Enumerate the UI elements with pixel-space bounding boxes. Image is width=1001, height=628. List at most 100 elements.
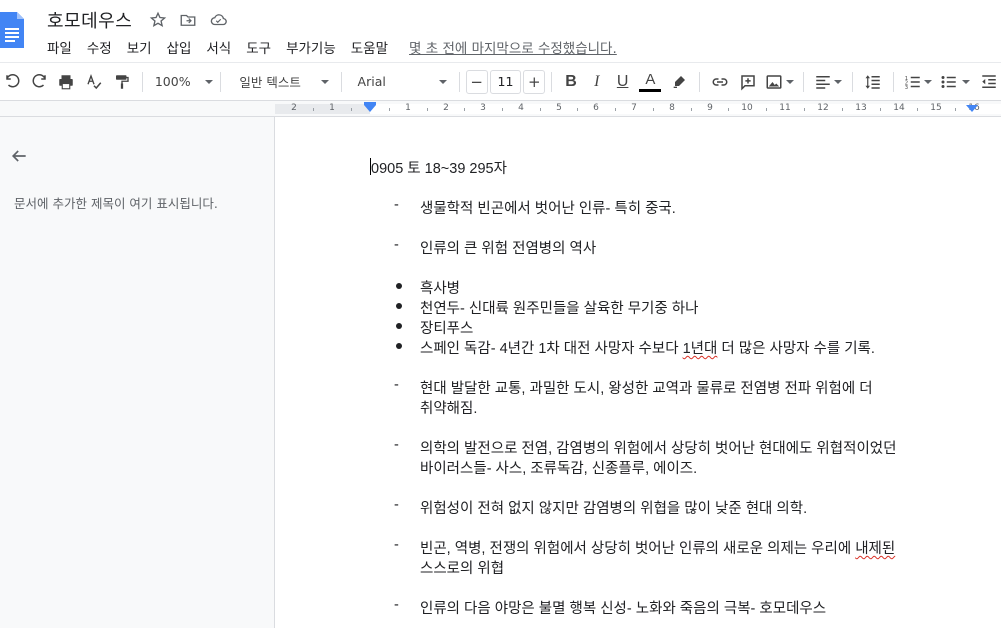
redo-icon[interactable] [25,68,53,96]
menu-addons[interactable]: 부가기능 [286,37,336,57]
list-item[interactable]: 스페인 독감- 4년간 1차 대전 사망자 수보다 1년대 더 많은 사망자 수… [420,337,875,358]
line-spacing-icon[interactable] [859,68,887,96]
ruler-label: 12 [817,103,829,113]
chevron-down-icon [834,79,843,84]
star-icon[interactable] [148,10,168,30]
list-item[interactable]: 흑사병 [420,277,460,298]
document-page[interactable]: 0905 토 18~39 295자 - 생물학적 빈곤에서 벗어난 인류- 특히… [276,117,1001,628]
ruler-label: 15 [930,103,942,113]
list-item-text: 더 많은 사망자 수를 기록. [717,341,875,357]
paint-format-icon[interactable] [108,68,136,96]
ruler-tick [389,108,390,111]
menu-help[interactable]: 도움말 [351,37,388,57]
text-color-swatch [639,88,662,92]
toolbar-divider [458,71,460,92]
doc-heading[interactable]: 0905 토 18~39 295자 [371,157,507,178]
move-folder-icon[interactable] [178,10,198,30]
insert-comment-icon[interactable] [734,68,762,96]
italic-button[interactable]: I [584,68,610,96]
zoom-value: 100% [154,74,191,89]
menu-insert[interactable]: 삽입 [167,37,192,57]
ruler-label: 2 [443,103,449,113]
list-item[interactable]: 의학의 발전으로 전염, 감염병의 위험에서 상당히 벗어난 현대에도 위협적이… [420,437,896,458]
ruler-tick [842,108,843,111]
bulleted-list-icon[interactable] [935,68,975,96]
list-item-continuation[interactable]: 취약해짐. [420,397,477,418]
ruler-label: 10 [741,103,753,113]
ruler-label: 13 [855,103,867,113]
underline-button[interactable]: U [610,68,636,96]
ruler-tick [502,108,503,111]
menu-view[interactable]: 보기 [127,37,152,57]
ruler-tick [728,108,729,111]
list-item[interactable]: 인류의 다음 야망은 불멸 행복 신성- 노화와 죽음의 극복- 호모데우스 [420,597,826,618]
ruler-label: 5 [556,103,562,113]
toolbar-divider [141,71,143,92]
increase-font-size-button[interactable]: + [523,69,546,94]
docs-logo-icon[interactable] [0,12,24,48]
align-icon[interactable] [810,68,846,96]
menu-bar: 파일 수정 보기 삽입 서식 도구 부가기능 도움말 몇 초 전에 마지막으로 … [47,37,617,57]
toolbar-divider [892,71,894,92]
spellcheck-icon[interactable] [80,68,108,96]
list-item[interactable]: 생물학적 빈곤에서 벗어난 인류- 특히 중국. [420,197,676,218]
list-item-text: 스페인 독감- 4년간 1차 대전 사망자 수보다 [420,341,683,357]
right-indent-marker[interactable] [966,105,978,112]
ruler-margin [275,104,370,114]
dash-marker: - [394,377,399,393]
undo-icon[interactable] [1,68,25,96]
highlight-icon[interactable] [665,68,693,96]
toolbar-divider [340,71,342,92]
list-item-continuation[interactable]: 바이러스들- 사스, 조류독감, 신종플루, 에이즈. [420,457,697,478]
list-item[interactable]: 빈곤, 역병, 전쟁의 위험에서 상당히 벗어난 인류의 새로운 의제는 우리에… [420,537,895,558]
decrease-indent-icon[interactable] [977,68,1001,96]
misspelled-word[interactable]: 내제된 [855,541,895,557]
last-edit-link[interactable]: 몇 초 전에 마지막으로 수정했습니다. [409,37,617,57]
paragraph-style-select[interactable]: 일반 텍스트 [239,68,334,96]
ruler-tick [955,108,956,111]
menu-edit[interactable]: 수정 [87,37,112,57]
text-color-button[interactable]: A [636,68,666,96]
bullet-marker [396,343,402,349]
toolbar-divider [699,71,701,92]
insert-image-icon[interactable] [762,68,798,96]
left-indent-marker[interactable] [364,105,376,112]
chevron-down-icon [785,79,794,84]
numbered-list-icon[interactable]: 123 [900,68,936,96]
print-icon[interactable] [53,68,81,96]
menu-tools[interactable]: 도구 [246,37,271,57]
ruler-label: 3 [480,103,486,113]
decrease-font-size-button[interactable]: − [465,69,488,94]
bold-button[interactable]: B [558,68,584,96]
ruler-tick [691,108,692,111]
dash-marker: - [394,197,399,213]
list-item[interactable]: 장티푸스 [420,317,473,338]
font-family-select[interactable]: Arial [358,68,453,96]
list-item[interactable]: 위험성이 전혀 없지 않지만 감염병의 위협을 많이 낮준 현대 의학. [420,497,807,518]
document-outline-panel: 문서에 추가한 제목이 여기 표시됩니다. [0,117,275,628]
ruler-tick [351,108,352,111]
cloud-status-icon[interactable] [208,10,228,30]
zoom-select[interactable]: 100% [155,68,215,96]
arrow-left-icon[interactable] [9,146,29,166]
chevron-down-icon [320,79,329,84]
ruler-tick [540,108,541,111]
ruler-tick [464,108,465,111]
ruler-tick [427,108,428,111]
menu-file[interactable]: 파일 [47,37,72,57]
ruler[interactable]: 2 1 1 2 3 4 5 6 7 8 9 10 11 12 13 14 15 … [0,101,1001,117]
misspelled-word[interactable]: 1년대 [683,341,718,357]
list-item[interactable]: 인류의 큰 위험 전염병의 역사 [420,237,596,258]
document-title[interactable]: 호모데우스 [47,7,132,33]
ruler-label: 1 [405,103,411,113]
list-item[interactable]: 천연두- 신대륙 원주민들을 살육한 무기중 하나 [420,297,698,318]
toolbar-divider [220,71,222,92]
list-item-continuation[interactable]: 스스로의 위협 [420,557,504,578]
ruler-tick [804,108,805,111]
menu-format[interactable]: 서식 [206,37,231,57]
font-size-input[interactable]: 11 [489,69,522,94]
list-item[interactable]: 현대 발달한 교통, 과밀한 도시, 왕성한 교역과 물류로 전염병 전파 위험… [420,377,873,398]
insert-link-icon[interactable] [706,68,734,96]
ruler-tick [577,108,578,111]
dash-marker: - [394,497,399,513]
